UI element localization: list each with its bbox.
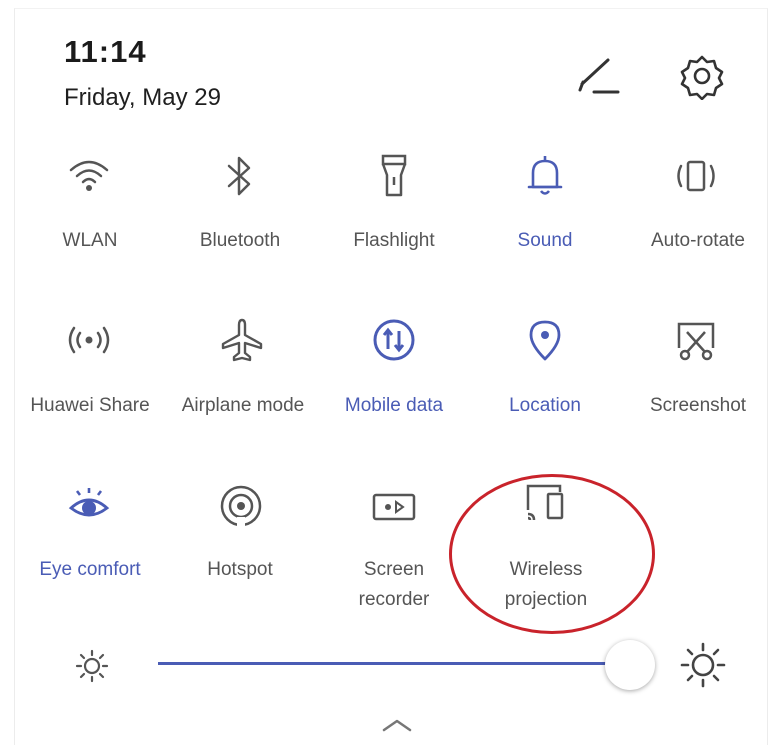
brightness-slider-thumb[interactable]	[605, 640, 655, 690]
hotspot-icon[interactable]	[213, 478, 269, 534]
tile-label-screen-recorder-line1: Screen	[363, 559, 425, 580]
wifi-icon[interactable]	[61, 148, 117, 204]
tile-label-flashlight: Flashlight	[353, 230, 435, 251]
tile-label-huawei-share: Huawei Share	[30, 395, 150, 416]
flashlight-icon[interactable]	[366, 148, 422, 204]
tile-label-bluetooth: Bluetooth	[199, 230, 281, 251]
brightness-high-icon	[675, 637, 731, 693]
screen-recorder-icon[interactable]	[366, 478, 422, 534]
clock-time: 11:14	[64, 34, 147, 69]
tile-label-location: Location	[509, 395, 581, 416]
tile-label-sound: Sound	[517, 230, 573, 251]
tile-label-airplane-mode: Airplane mode	[181, 395, 305, 416]
brightness-low-icon	[64, 638, 120, 694]
airplane-icon[interactable]	[214, 312, 270, 368]
tile-label-wlan: WLAN	[62, 230, 118, 251]
location-pin-icon[interactable]	[517, 312, 573, 368]
chevron-up-icon[interactable]	[380, 716, 414, 736]
huawei-share-icon[interactable]	[61, 312, 117, 368]
eye-icon[interactable]	[61, 478, 117, 534]
mobile-data-icon[interactable]	[366, 312, 422, 368]
bell-icon[interactable]	[517, 148, 573, 204]
tile-label-screen-recorder-line2: recorder	[358, 589, 430, 610]
tile-label-eye-comfort: Eye comfort	[39, 559, 141, 580]
brightness-slider-track[interactable]	[158, 662, 613, 665]
annotation-circle	[449, 474, 655, 634]
gear-icon[interactable]	[678, 52, 726, 101]
tile-label-hotspot: Hotspot	[207, 559, 273, 580]
tile-label-auto-rotate: Auto-rotate	[651, 230, 745, 251]
tile-label-mobile-data: Mobile data	[344, 395, 444, 416]
edit-icon[interactable]	[574, 54, 620, 98]
bluetooth-icon[interactable]	[212, 148, 268, 204]
screenshot-icon[interactable]	[668, 312, 724, 368]
auto-rotate-icon[interactable]	[668, 148, 724, 204]
clock-date: Friday, May 29	[64, 84, 221, 111]
quick-settings-panel	[14, 8, 768, 745]
tile-label-screenshot: Screenshot	[649, 395, 747, 416]
